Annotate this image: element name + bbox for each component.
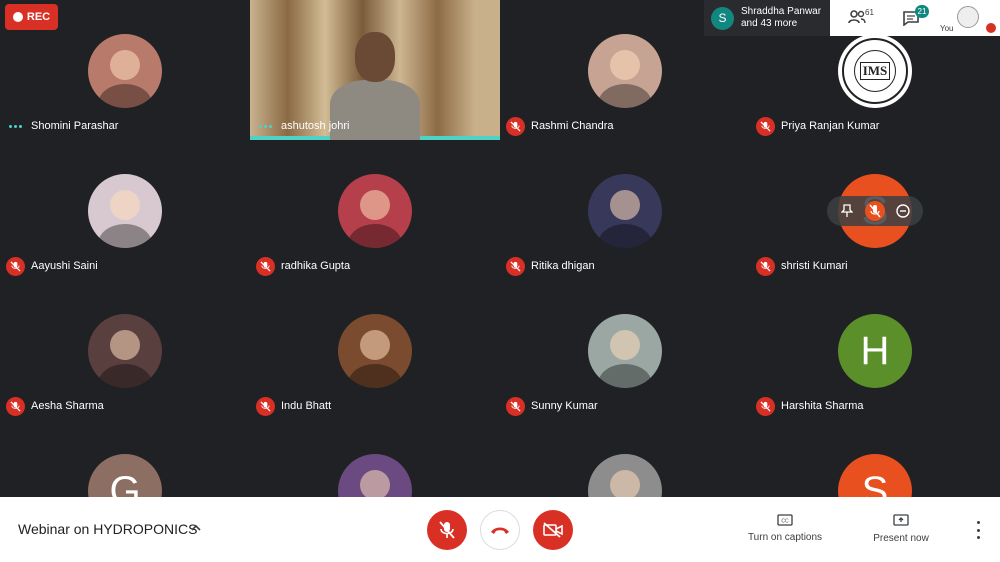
presenter-chip[interactable]: S Shraddha Panwar and 43 more — [704, 0, 830, 36]
presenter-more: and 43 more — [741, 18, 798, 29]
hang-up-icon — [491, 527, 509, 534]
chevron-up-icon[interactable] — [190, 521, 202, 539]
mic-off-icon — [439, 521, 455, 539]
participant-avatar — [338, 174, 412, 248]
participant-name: Indu Bhatt — [281, 400, 332, 412]
participant-name-row: shristi Kumari — [756, 256, 848, 276]
pin-icon[interactable] — [837, 201, 857, 221]
participant-name-row: Indu Bhatt — [256, 396, 331, 416]
present-label: Present now — [873, 533, 929, 544]
participant-name: radhika Gupta — [281, 260, 351, 272]
participant-tile[interactable]: Indu Bhatt — [250, 280, 500, 420]
participant-name-row: Harshita Sharma — [756, 396, 864, 416]
svg-text:CC: CC — [781, 519, 789, 525]
participant-avatar — [588, 174, 662, 248]
captions-label: Turn on captions — [747, 532, 823, 543]
mic-off-icon — [756, 116, 775, 136]
captions-button[interactable]: CC Turn on captions — [740, 514, 830, 543]
participant-name-row: Shomini Parashar — [6, 116, 118, 136]
participant-name: Ritika dhigan — [531, 260, 595, 272]
participant-tile[interactable]: Sunny Kumar — [500, 280, 750, 420]
participant-avatar — [338, 314, 412, 388]
presenter-avatar: S — [711, 6, 734, 30]
mic-off-icon — [6, 396, 25, 416]
participant-name: Shomini Parashar — [31, 120, 119, 132]
participant-name-row: Rashmi Chandra — [506, 116, 614, 136]
avatar-initial: H — [860, 328, 890, 373]
camera-off-icon — [543, 522, 563, 538]
mute-icon[interactable] — [865, 201, 885, 221]
leave-call-button[interactable] — [480, 510, 520, 550]
participant-name: Harshita Sharma — [781, 400, 864, 412]
more-options-icon[interactable] — [970, 521, 986, 539]
participant-name: Aayushi Saini — [31, 260, 98, 272]
mic-off-icon — [256, 256, 275, 276]
participant-tile[interactable]: radhika Gupta — [250, 140, 500, 280]
participant-name: Rashmi Chandra — [531, 120, 614, 132]
self-label: You — [940, 24, 954, 33]
tile-hover-controls — [827, 196, 923, 226]
mic-off-icon — [6, 256, 25, 276]
participant-tile[interactable]: Aesha Sharma — [0, 280, 250, 420]
participant-name: ashutosh johri — [281, 120, 350, 132]
mic-off-icon — [506, 396, 525, 416]
bottom-control-bar: Webinar on HYDROPONICS CC Turn on captio… — [0, 497, 1000, 562]
participant-avatar — [88, 314, 162, 388]
participant-avatar: H — [838, 314, 912, 388]
participant-name-row: ashutosh johri — [256, 116, 350, 136]
present-now-button[interactable]: Present now — [860, 514, 942, 544]
participant-count: 61 — [865, 8, 874, 17]
participant-tile[interactable]: H Harshita Sharma — [750, 280, 1000, 420]
participant-name-row: Priya Ranjan Kumar — [756, 116, 879, 136]
captions-icon: CC — [777, 514, 793, 526]
meeting-title[interactable]: Webinar on HYDROPONICS — [18, 521, 197, 537]
participant-avatar — [88, 34, 162, 108]
participant-name-row: Ritika dhigan — [506, 256, 595, 276]
participant-name: Priya Ranjan Kumar — [781, 120, 880, 132]
participant-avatar — [88, 174, 162, 248]
participant-tile[interactable]: ashutosh johri — [250, 0, 500, 140]
participant-name: Sunny Kumar — [531, 400, 598, 412]
participant-name-row: radhika Gupta — [256, 256, 350, 276]
participant-tile[interactable]: Ritika dhigan — [500, 140, 750, 280]
top-right-bar: 61 21 You — [830, 0, 1000, 36]
rec-label: REC — [26, 11, 51, 23]
participant-avatar — [588, 34, 662, 108]
mic-off-icon — [756, 396, 775, 416]
logo-text: IMS — [859, 62, 891, 80]
recording-indicator: REC — [5, 4, 58, 30]
people-icon[interactable] — [848, 10, 866, 29]
mic-off-icon — [506, 116, 525, 136]
record-dot-icon — [12, 12, 23, 22]
camera-toggle-button[interactable] — [533, 510, 573, 550]
speaking-indicator-icon — [6, 117, 25, 136]
self-mic-off-icon — [986, 23, 996, 33]
participant-name: Aesha Sharma — [31, 400, 104, 412]
remove-icon[interactable] — [893, 201, 913, 221]
self-avatar[interactable] — [957, 6, 979, 28]
present-icon — [893, 514, 909, 526]
participant-tile[interactable]: Aayushi Saini — [0, 140, 250, 280]
mic-off-icon — [756, 256, 775, 276]
presenter-name: Shraddha Panwar — [741, 6, 822, 17]
participant-name-row: Aesha Sharma — [6, 396, 104, 416]
mic-off-icon — [256, 396, 275, 416]
participant-name-row: Aayushi Saini — [6, 256, 98, 276]
participant-avatar — [588, 314, 662, 388]
speaking-indicator-icon — [256, 117, 275, 136]
chat-count-badge: 21 — [915, 5, 929, 18]
college-logo: IMS — [838, 34, 912, 108]
microphone-toggle-button[interactable] — [427, 510, 467, 550]
participant-name-row: Sunny Kumar — [506, 396, 598, 416]
mic-off-icon — [506, 256, 525, 276]
participant-name: shristi Kumari — [781, 260, 848, 272]
